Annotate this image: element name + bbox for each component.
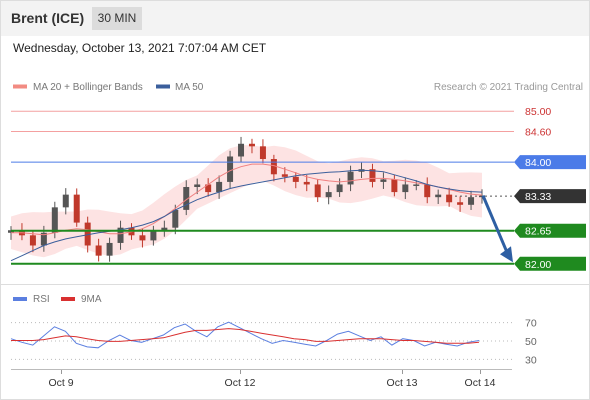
candle-body	[95, 245, 102, 256]
candle-body	[106, 242, 113, 256]
ma50-legend-swatch	[156, 84, 170, 89]
x-axis: Oct 9 Oct 12 Oct 13 Oct 14	[48, 370, 496, 389]
x-tick-label-3: Oct 14	[465, 377, 496, 389]
rsi-line	[10, 321, 480, 349]
candle-body	[347, 171, 354, 185]
rsi-legend: RSI 9MA	[13, 294, 102, 305]
rsi-tick-label-50: 50	[525, 336, 537, 348]
candle-body	[62, 194, 69, 208]
candle-body	[413, 184, 420, 186]
rsi-ma-line	[11, 328, 480, 344]
candle-body	[73, 194, 80, 223]
level-label-84.00: 84.00	[525, 157, 551, 169]
candle-body	[259, 146, 266, 160]
candle-body	[227, 156, 234, 182]
candle-body	[380, 179, 387, 182]
rsi-tick-label-30: 30	[525, 354, 537, 366]
rsi-legend-label: RSI	[33, 294, 50, 305]
forecast-arrow-shaft	[481, 195, 509, 253]
ma20-legend-label: MA 20 + Bollinger Bands	[33, 82, 143, 93]
candle-body	[172, 209, 179, 228]
chart-legend: MA 20 + Bollinger Bands MA 50 Research ©…	[13, 82, 583, 93]
candle-body	[336, 184, 343, 193]
candle-body	[194, 184, 201, 187]
rsi-plot: 70 50 30	[10, 318, 537, 366]
ma50-legend-label: MA 50	[175, 82, 204, 93]
x-tick-label-0: Oct 9	[48, 377, 73, 389]
candle-body	[216, 181, 223, 193]
candle-body	[150, 230, 157, 241]
price-plot	[8, 136, 485, 262]
candle-body	[446, 194, 453, 203]
candle-body	[424, 184, 431, 198]
candle-body	[435, 194, 442, 198]
candle-body	[391, 179, 398, 193]
rsi-legend-swatch	[13, 297, 27, 301]
level-label-84.60: 84.60	[525, 127, 551, 139]
level-label-85.00: 85.00	[525, 106, 551, 118]
level-label-83.33: 83.33	[525, 191, 551, 203]
rsi-ma-legend-label: 9MA	[81, 294, 102, 305]
candle-body	[292, 176, 299, 182]
rsi-tick-label-70: 70	[525, 318, 537, 330]
candle-body	[457, 202, 464, 205]
candle-body	[29, 235, 36, 246]
candle-body	[281, 174, 288, 177]
candle-body	[402, 184, 409, 193]
rsi-ma-legend-swatch	[61, 297, 75, 301]
candle-body	[314, 184, 321, 198]
x-tick-label-1: Oct 12	[225, 377, 256, 389]
candle-body	[139, 235, 146, 241]
level-label-82.00: 82.00	[525, 259, 551, 271]
level-label-82.65: 82.65	[525, 226, 551, 238]
candle-body	[303, 181, 310, 185]
candle-body	[51, 207, 58, 233]
price-chart: MA 20 + Bollinger Bands MA 50 Research ©…	[0, 82, 590, 389]
x-tick-label-2: Oct 13	[387, 377, 418, 389]
ma20-legend-swatch	[13, 84, 27, 89]
research-credit: Research © 2021 Trading Central	[434, 82, 583, 93]
candle-body	[238, 143, 245, 157]
candle-body	[325, 192, 332, 198]
candle-body	[248, 143, 255, 147]
candle-body	[468, 197, 475, 205]
